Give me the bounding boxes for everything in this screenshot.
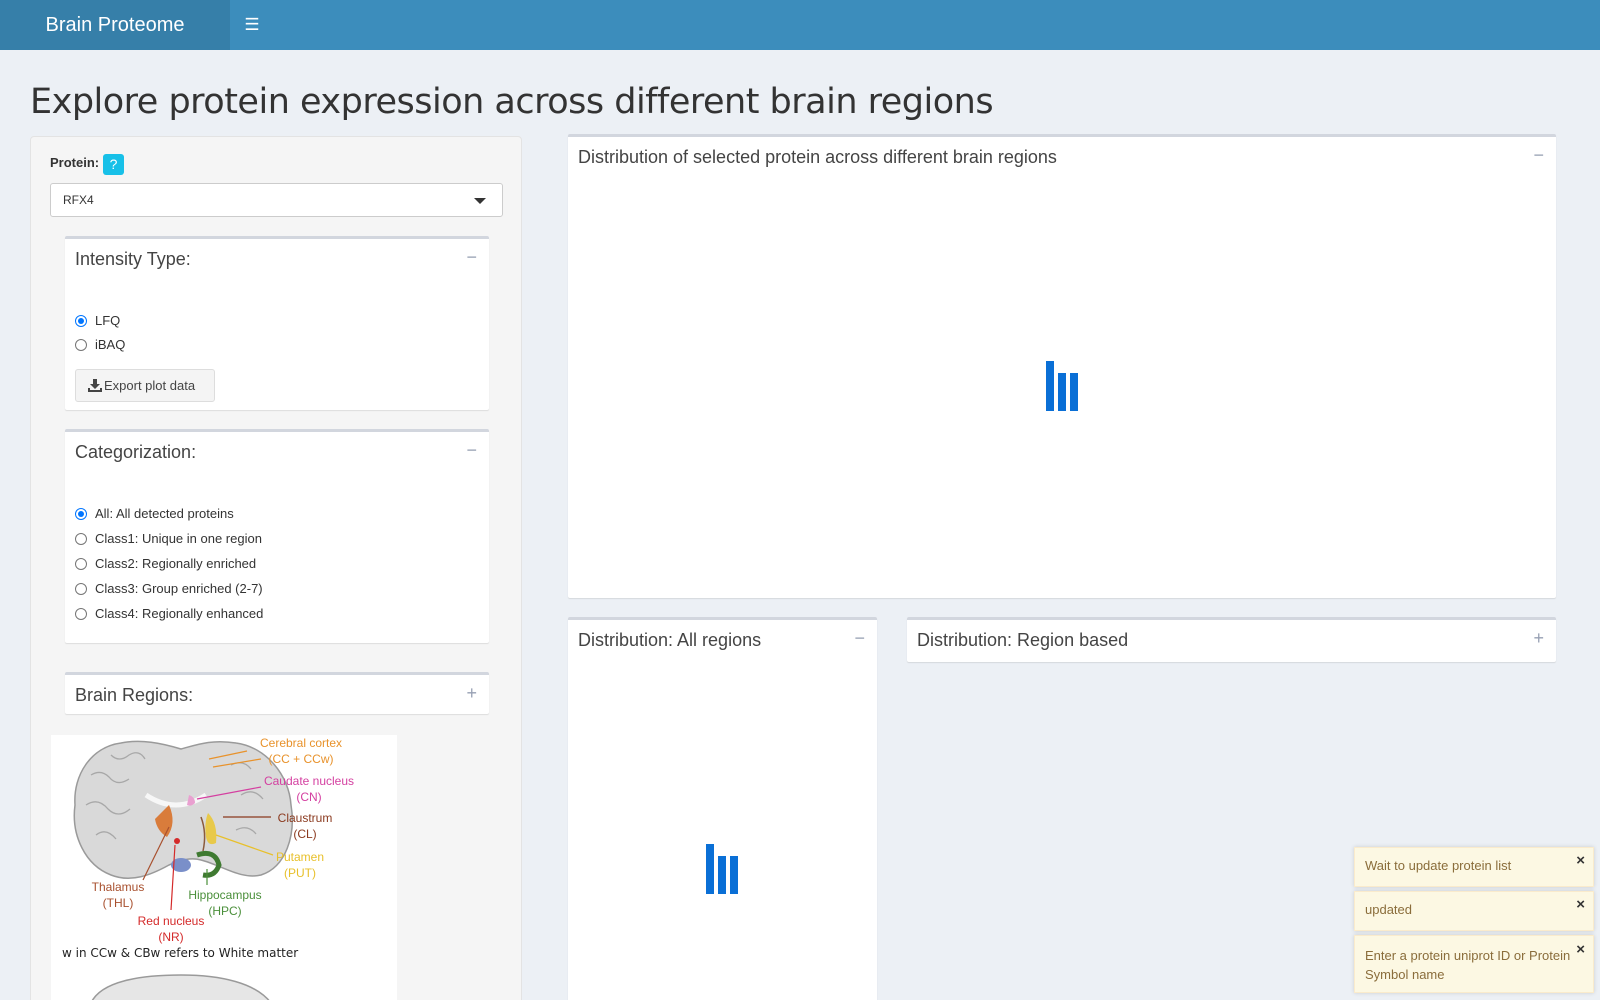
- radio-label: Class4: Regionally enhanced: [95, 606, 264, 621]
- loading-spinner-icon: [1046, 361, 1080, 411]
- second-brain-diagram: [91, 974, 270, 1000]
- hippocampus-name: Hippocampus: [188, 888, 262, 902]
- red-nucleus-name: Red nucleus: [137, 914, 205, 928]
- cortex-abbr: (CC + CCw): [268, 752, 334, 766]
- distribution-box: Distribution of selected protein across …: [568, 134, 1556, 598]
- download-icon: [88, 379, 102, 392]
- radio-label: Class2: Regionally enriched: [95, 556, 257, 571]
- close-icon[interactable]: ×: [1576, 896, 1585, 913]
- sidebar-panel: Protein: ? RFX4 Intensity Type: − LFQ iB…: [30, 136, 522, 1000]
- top-navbar: Brain Proteome ☰: [0, 0, 1600, 50]
- radio-circle[interactable]: [75, 608, 87, 620]
- collapse-icon[interactable]: −: [466, 247, 477, 268]
- thalamus-name: Thalamus: [91, 880, 145, 894]
- caudate-name: Caudate nucleus: [263, 774, 355, 788]
- white-matter-note: w in CCw & CBw refers to White matter: [62, 946, 299, 960]
- radio-label: Class1: Unique in one region: [95, 531, 262, 546]
- all-regions-title: Distribution: All regions: [578, 630, 762, 650]
- radio-label: iBAQ: [95, 337, 126, 352]
- close-icon[interactable]: ×: [1576, 852, 1585, 869]
- notification-text: Enter a protein uniprot ID or Protein Sy…: [1365, 948, 1571, 982]
- radio-circle[interactable]: [75, 583, 87, 595]
- caudate-label: Caudate nucleus (CN): [257, 773, 361, 805]
- notification-updated: updated ×: [1354, 891, 1594, 931]
- export-plot-data-button[interactable]: Export plot data: [75, 369, 215, 402]
- radio-circle[interactable]: [75, 508, 87, 520]
- chevron-down-icon: [474, 198, 486, 204]
- page-title: Explore protein expression across differ…: [30, 82, 994, 122]
- protein-select[interactable]: RFX4: [50, 183, 503, 217]
- region-based-title: Distribution: Region based: [917, 630, 1129, 650]
- intensity-type-box: Intensity Type: − LFQ iBAQ Export plot d…: [65, 236, 489, 410]
- thalamus-label: Thalamus (THL): [85, 879, 151, 911]
- sidebar-toggle-icon[interactable]: ☰: [230, 0, 274, 50]
- collapse-icon[interactable]: −: [854, 628, 865, 649]
- putamen-abbr: (PUT): [284, 866, 316, 880]
- red-nucleus-abbr: (NR): [158, 930, 184, 944]
- brain-regions-box: Brain Regions: +: [65, 672, 489, 714]
- red-nucleus-dot: [174, 838, 180, 844]
- expand-icon[interactable]: +: [466, 683, 477, 704]
- cortex-name: Cerebral cortex: [259, 736, 343, 750]
- intensity-type-title: Intensity Type:: [75, 249, 191, 269]
- thalamus-abbr: (THL): [102, 896, 134, 910]
- radio-circle[interactable]: [75, 339, 87, 351]
- notification-enter-protein: Enter a protein uniprot ID or Protein Sy…: [1354, 935, 1594, 993]
- notification-wait: Wait to update protein list ×: [1354, 847, 1594, 887]
- help-icon[interactable]: ?: [103, 154, 124, 175]
- radio-label: Class3: Group enriched (2-7): [95, 581, 263, 596]
- close-icon[interactable]: ×: [1576, 940, 1585, 959]
- radio-label: LFQ: [95, 313, 121, 328]
- categorization-title: Categorization:: [75, 442, 197, 462]
- protein-label: Protein:: [50, 155, 100, 170]
- brand-logo[interactable]: Brain Proteome: [0, 0, 230, 50]
- expand-icon[interactable]: +: [1533, 628, 1544, 649]
- putamen-label: Putamen (PUT): [269, 849, 331, 881]
- loading-spinner-icon: [706, 844, 740, 894]
- notification-text: Wait to update protein list: [1365, 858, 1512, 873]
- claustrum-label: Claustrum (CL): [267, 810, 343, 842]
- radio-circle[interactable]: [75, 533, 87, 545]
- radio-circle[interactable]: [75, 315, 87, 327]
- region-based-box: Distribution: Region based +: [907, 617, 1556, 662]
- distribution-title: Distribution of selected protein across …: [578, 147, 1057, 167]
- radio-label: All: All detected proteins: [95, 506, 234, 521]
- collapse-icon[interactable]: −: [466, 440, 477, 461]
- putamen-name: Putamen: [275, 850, 325, 864]
- caudate-abbr: (CN): [296, 790, 322, 804]
- categorization-box: Categorization: − All: All detected prot…: [65, 429, 489, 643]
- brain-regions-title: Brain Regions:: [75, 685, 194, 705]
- claustrum-name: Claustrum: [277, 811, 333, 825]
- export-button-label: Export plot data: [104, 378, 196, 393]
- claustrum-abbr: (CL): [293, 827, 317, 841]
- cortex-label: Cerebral cortex (CC + CCw): [251, 735, 351, 767]
- red-nucleus-label: Red nucleus (NR): [131, 913, 211, 945]
- all-regions-box: Distribution: All regions −: [568, 617, 877, 1000]
- radio-circle[interactable]: [75, 558, 87, 570]
- notification-text: updated: [1365, 902, 1412, 917]
- collapse-icon[interactable]: −: [1533, 145, 1544, 166]
- brain-regions-figure: Cerebral cortex (CC + CCw) Caudate nucle…: [51, 735, 397, 1000]
- protein-select-value: RFX4: [63, 193, 94, 207]
